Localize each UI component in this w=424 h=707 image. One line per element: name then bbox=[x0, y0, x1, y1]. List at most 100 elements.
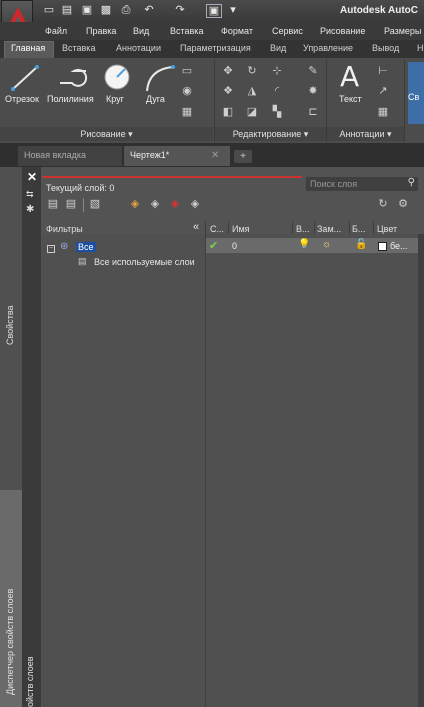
erase-icon[interactable]: ✎ bbox=[306, 65, 320, 78]
tab-new-tab[interactable]: Новая вкладка bbox=[18, 146, 122, 166]
menu-tools[interactable]: Сервис bbox=[272, 26, 303, 36]
filter-used-item[interactable]: Все используемые слои bbox=[94, 257, 195, 267]
save-icon[interactable]: ▣ bbox=[80, 4, 94, 16]
circle-tool-icon[interactable] bbox=[103, 63, 133, 93]
line-tool-label[interactable]: Отрезок bbox=[5, 94, 39, 104]
tab-manage[interactable]: Управление bbox=[303, 43, 353, 53]
dimension-icon[interactable]: ⊢ bbox=[376, 65, 390, 78]
menu-format[interactable]: Формат bbox=[221, 26, 253, 36]
trim-icon[interactable]: ⊹ bbox=[270, 65, 284, 78]
properties-side-tab[interactable]: Свойства bbox=[5, 305, 15, 345]
menu-insert[interactable]: Вставка bbox=[170, 26, 203, 36]
collapse-filters-icon[interactable]: « bbox=[193, 221, 199, 233]
leader-icon[interactable]: ↗ bbox=[376, 85, 390, 98]
hatch-tool-icon[interactable]: ◉ bbox=[180, 85, 194, 98]
close-tab-icon[interactable]: ✕ bbox=[211, 150, 219, 161]
refresh-icon[interactable]: ↻ bbox=[376, 198, 390, 211]
move-icon[interactable]: ✥ bbox=[221, 65, 235, 78]
collapse-node-icon[interactable]: − bbox=[47, 245, 55, 253]
menu-edit[interactable]: Правка bbox=[86, 26, 116, 36]
layer-color-swatch[interactable] bbox=[378, 242, 387, 251]
menu-view[interactable]: Вид bbox=[133, 26, 149, 36]
stretch-icon[interactable]: ◧ bbox=[221, 106, 235, 119]
tab-home[interactable]: Главная bbox=[11, 43, 45, 53]
arc-tool-icon[interactable] bbox=[143, 63, 177, 93]
new-layer-icon[interactable]: ◈ bbox=[128, 198, 142, 211]
fillet-icon[interactable]: ◜ bbox=[270, 85, 284, 98]
column-color[interactable]: Цвет bbox=[377, 224, 397, 234]
new-layer-vp-frozen-icon[interactable]: ◈ bbox=[148, 198, 162, 211]
offset-icon[interactable]: ⊏ bbox=[306, 106, 320, 119]
gradient-tool-icon[interactable]: ▦ bbox=[180, 106, 194, 119]
menu-file[interactable]: Файл bbox=[45, 26, 67, 36]
tab-view[interactable]: Вид bbox=[270, 43, 286, 53]
search-placeholder: Поиск слоя bbox=[310, 179, 358, 189]
column-on[interactable]: В... bbox=[296, 224, 310, 234]
scale-icon[interactable]: ◪ bbox=[245, 106, 259, 119]
set-current-icon[interactable]: ◈ bbox=[188, 198, 202, 211]
layer-states-icon[interactable]: ▧ bbox=[88, 198, 102, 211]
layer-on-bulb-icon[interactable]: 💡 bbox=[298, 239, 310, 250]
layer-search-input[interactable]: Поиск слоя ⚲ bbox=[306, 177, 418, 191]
palette-titlebar bbox=[22, 167, 41, 707]
rotate-icon[interactable]: ↻ bbox=[245, 65, 259, 78]
polyline-tool-label[interactable]: Полилиния bbox=[47, 94, 94, 104]
close-palette-icon[interactable]: ✕ bbox=[24, 170, 40, 184]
polyline-tool-icon[interactable] bbox=[56, 63, 90, 93]
table-icon[interactable]: ▦ bbox=[376, 106, 390, 119]
draw-panel-title[interactable]: Рисование ▾ bbox=[0, 127, 213, 141]
mirror-icon[interactable]: ◮ bbox=[245, 85, 259, 98]
annotation-panel-title[interactable]: Аннотации ▾ bbox=[327, 127, 404, 141]
menu-dimensions[interactable]: Размеры bbox=[384, 26, 421, 36]
layer-unlock-icon[interactable]: 🔓 bbox=[355, 239, 367, 250]
open-icon[interactable]: ▤ bbox=[60, 4, 74, 16]
current-layer-label: Текущий слой: 0 bbox=[46, 183, 115, 193]
layers-panel-partial[interactable]: Св bbox=[408, 62, 424, 124]
tab-annotate[interactable]: Аннотации bbox=[116, 43, 161, 53]
tab-more[interactable]: Н bbox=[417, 43, 424, 53]
panel-separator bbox=[404, 60, 405, 142]
qat-dropdown-icon[interactable]: ▾ bbox=[226, 4, 240, 16]
modify-panel-title[interactable]: Редактирование ▾ bbox=[215, 127, 326, 141]
text-tool-label[interactable]: Текст bbox=[339, 94, 362, 104]
new-icon[interactable]: ▭ bbox=[42, 4, 56, 16]
tab-parametric[interactable]: Параметризация bbox=[180, 43, 251, 53]
redo-icon[interactable]: ↷ bbox=[173, 4, 187, 16]
text-tool-icon[interactable]: A bbox=[340, 62, 359, 92]
explode-icon[interactable]: ✸ bbox=[306, 85, 320, 98]
filter-all-icon: ⊛ bbox=[60, 241, 69, 252]
vertical-scrollbar[interactable] bbox=[418, 234, 424, 707]
autohide-icon[interactable]: ⇆ bbox=[26, 189, 34, 200]
column-freeze[interactable]: Зам... bbox=[317, 224, 341, 234]
column-status[interactable]: С... bbox=[210, 224, 224, 234]
current-layer-check-icon: ✔ bbox=[209, 240, 219, 252]
arc-tool-label[interactable]: Дуга bbox=[146, 94, 165, 104]
column-name[interactable]: Имя bbox=[232, 224, 250, 234]
layer-name-cell[interactable]: 0 bbox=[232, 241, 237, 251]
circle-tool-label[interactable]: Круг bbox=[106, 94, 124, 104]
palette-accent-line bbox=[42, 176, 302, 178]
array-icon[interactable]: ▚ bbox=[270, 106, 284, 119]
layer-color-cell[interactable]: бе... bbox=[390, 241, 408, 251]
new-property-filter-icon[interactable]: ▤ bbox=[46, 198, 60, 211]
layer-thaw-sun-icon[interactable]: ☼ bbox=[322, 239, 331, 250]
delete-layer-icon[interactable]: ◈ bbox=[168, 198, 182, 211]
add-tab-button[interactable]: + bbox=[234, 150, 252, 163]
settings-icon[interactable]: ⚙ bbox=[396, 198, 410, 211]
tab-insert[interactable]: Вставка bbox=[62, 43, 95, 53]
saveas-icon[interactable]: ▩ bbox=[99, 4, 113, 16]
rectangle-tool-icon[interactable]: ▭ bbox=[180, 65, 194, 78]
copy-icon[interactable]: ❖ bbox=[221, 85, 235, 98]
new-group-filter-icon[interactable]: ▤ bbox=[64, 198, 78, 211]
line-tool-icon[interactable] bbox=[8, 63, 42, 93]
palette-title-vertical-2: ойств слоев bbox=[25, 656, 35, 707]
palette-properties-icon[interactable]: ✱ bbox=[26, 204, 34, 215]
workspace-icon[interactable]: ▣ bbox=[206, 4, 222, 18]
menu-draw[interactable]: Рисование bbox=[320, 26, 365, 36]
filters-header: Фильтры bbox=[46, 224, 83, 234]
print-icon[interactable]: ⎙ bbox=[119, 4, 133, 16]
tab-output[interactable]: Вывод bbox=[372, 43, 399, 53]
filter-all-item[interactable]: Все bbox=[76, 242, 96, 252]
undo-icon[interactable]: ↶ bbox=[142, 4, 156, 16]
column-lock[interactable]: Б... bbox=[352, 224, 365, 234]
